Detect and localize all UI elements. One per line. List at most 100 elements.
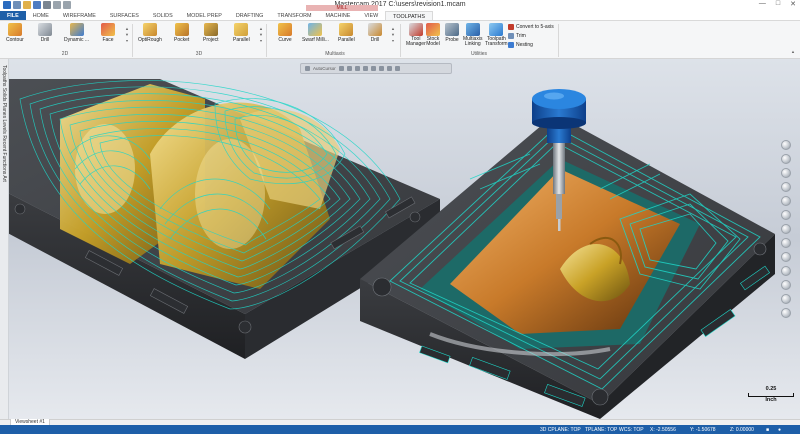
parallel-icon — [234, 23, 249, 36]
group-label-2d: 2D — [61, 51, 69, 57]
curve-icon — [278, 23, 292, 36]
multiaxis-linking-icon — [465, 23, 480, 36]
scale-bar: 0.25 Inch — [748, 386, 794, 403]
swarf-icon — [308, 23, 323, 36]
shade-icon[interactable] — [781, 238, 791, 248]
group-label-3d: 3D — [195, 51, 203, 57]
convert-icon — [508, 24, 514, 30]
optirough-button[interactable]: OptiRough — [138, 23, 162, 43]
body-icon[interactable] — [394, 66, 400, 71]
curve-button[interactable]: Curve — [278, 23, 292, 43]
shading-mode-icon[interactable]: ● — [778, 427, 781, 433]
fit-icon[interactable] — [781, 196, 791, 206]
multiaxis-linking-button[interactable]: Multiaxis Linking — [463, 23, 482, 47]
window-title: Mastercam 2017 C:\users\revision1.mcam — [334, 1, 466, 8]
tab-home[interactable]: HOME — [26, 11, 56, 20]
group-separator — [266, 24, 267, 57]
selection-mini-toolbar[interactable]: AutoCursor — [300, 63, 452, 74]
edge-icon[interactable] — [378, 66, 384, 71]
drill-multiaxis-icon — [368, 23, 382, 36]
chain-icon[interactable] — [354, 66, 360, 71]
scale-unit: Inch — [765, 397, 777, 403]
wireframe-icon[interactable] — [781, 252, 791, 262]
parallel-3d-button[interactable]: Parallel — [233, 23, 250, 43]
tab-solids[interactable]: SOLIDS — [146, 11, 180, 20]
parallel-multiaxis-button[interactable]: Parallel — [338, 23, 355, 43]
collapse-ribbon-icon[interactable]: ▲ — [790, 49, 796, 55]
window-select-icon[interactable] — [362, 66, 368, 71]
hidden-line-icon[interactable] — [781, 266, 791, 276]
stock-model-button[interactable]: Stock Model — [426, 23, 440, 47]
view-iso-icon[interactable] — [781, 182, 791, 192]
tplane-status[interactable]: TPLANE: TOP — [585, 427, 617, 433]
view-front-icon[interactable] — [781, 154, 791, 164]
stock-model-icon — [426, 23, 440, 36]
maximize-icon[interactable]: □ — [776, 0, 780, 8]
manager-panel-strip[interactable]: Toolpaths Solids Planes Levels Recent Fu… — [0, 59, 9, 419]
drill-2d-button[interactable]: Drill — [38, 23, 52, 43]
manager-tabs[interactable]: Toolpaths Solids Planes Levels Recent Fu… — [1, 65, 7, 182]
close-icon[interactable]: ✕ — [790, 0, 796, 8]
face-icon — [101, 23, 115, 36]
tab-toolpaths[interactable]: TOOLPATHS — [385, 11, 433, 20]
dynamic-icon — [69, 23, 84, 36]
toolpath-transform-button[interactable]: Toolpath Transform — [485, 23, 508, 47]
optirough-icon — [142, 23, 157, 36]
group-label-multiaxis: Multiaxis — [325, 51, 345, 57]
view-navigation-controls — [781, 140, 793, 322]
dynamic-button[interactable]: Dynamic ... — [64, 23, 89, 43]
zoom-icon[interactable] — [781, 210, 791, 220]
swarf-milling-button[interactable]: Swarf Milli... — [302, 23, 329, 43]
tab-surfaces[interactable]: SURFACES — [103, 11, 146, 20]
trim-button[interactable]: Trim — [508, 33, 526, 39]
z-coordinate: Z: 0.00000 — [730, 427, 754, 433]
section-icon[interactable] — [781, 280, 791, 290]
tab-view[interactable]: VIEW — [357, 11, 385, 20]
minimize-icon[interactable]: — — [759, 0, 766, 8]
gallery-scroll-3d[interactable]: ▲ ▼ ▾ — [258, 26, 264, 44]
trim-icon — [508, 33, 514, 39]
tab-file[interactable]: FILE — [0, 11, 26, 20]
group-separator — [558, 24, 559, 57]
status-bar: 3D CPLANE: TOP TPLANE: TOP WCS: TOP X: -… — [0, 425, 800, 434]
ribbon-panel: Contour Drill Dynamic ... Face ▲ ▼ ▾ 2D Op… — [0, 21, 800, 59]
drill-multiaxis-button[interactable]: Drill — [368, 23, 382, 43]
contour-button[interactable]: Contour — [6, 23, 24, 43]
toolpath-transform-icon — [489, 23, 504, 36]
tab-machine[interactable]: MACHINE — [319, 11, 358, 20]
cplane-status[interactable]: 3D CPLANE: TOP — [540, 427, 581, 433]
graphics-window[interactable] — [0, 59, 800, 419]
pocket-button[interactable]: Pocket — [174, 23, 189, 43]
window-controls: — □ ✕ — [759, 0, 796, 8]
tool-manager-button[interactable]: Tool Manager — [406, 23, 426, 47]
nesting-button[interactable]: Nesting — [508, 42, 533, 48]
solid-select-icon[interactable] — [370, 66, 376, 71]
settings-icon[interactable] — [781, 294, 791, 304]
y-coordinate: Y: -1.50678 — [690, 427, 716, 433]
view-top-icon[interactable] — [781, 140, 791, 150]
convert-to-5-axis-button[interactable]: Convert to 5-axis — [508, 24, 554, 30]
view-mode-icon[interactable]: ■ — [766, 427, 769, 433]
probe-button[interactable]: Probe — [445, 23, 459, 43]
face-select-icon[interactable] — [386, 66, 392, 71]
autocursor-label[interactable]: AutoCursor — [313, 66, 336, 71]
point-icon[interactable] — [338, 66, 344, 71]
filter-icon[interactable] — [346, 66, 352, 71]
tab-model-prep[interactable]: MODEL PREP — [180, 11, 229, 20]
face-button[interactable]: Face — [101, 23, 115, 43]
nesting-icon — [508, 42, 514, 48]
tab-transform[interactable]: TRANSFORM — [270, 11, 318, 20]
wcs-status[interactable]: WCS: TOP — [619, 427, 644, 433]
view-right-icon[interactable] — [781, 168, 791, 178]
parallel-multiaxis-icon — [339, 23, 354, 36]
gallery-scroll-multiaxis[interactable]: ▲ ▼ ▾ — [390, 26, 396, 44]
project-button[interactable]: Project — [203, 23, 219, 43]
tab-drafting[interactable]: DRAFTING — [229, 11, 271, 20]
rotate-icon[interactable] — [781, 224, 791, 234]
tab-wireframe[interactable]: WIREFRAME — [56, 11, 103, 20]
more-icon[interactable] — [781, 308, 791, 318]
gallery-scroll-2d[interactable]: ▲ ▼ ▾ — [124, 26, 130, 44]
contour-icon — [7, 23, 22, 36]
select-icon[interactable] — [305, 66, 310, 71]
group-separator — [132, 24, 133, 57]
